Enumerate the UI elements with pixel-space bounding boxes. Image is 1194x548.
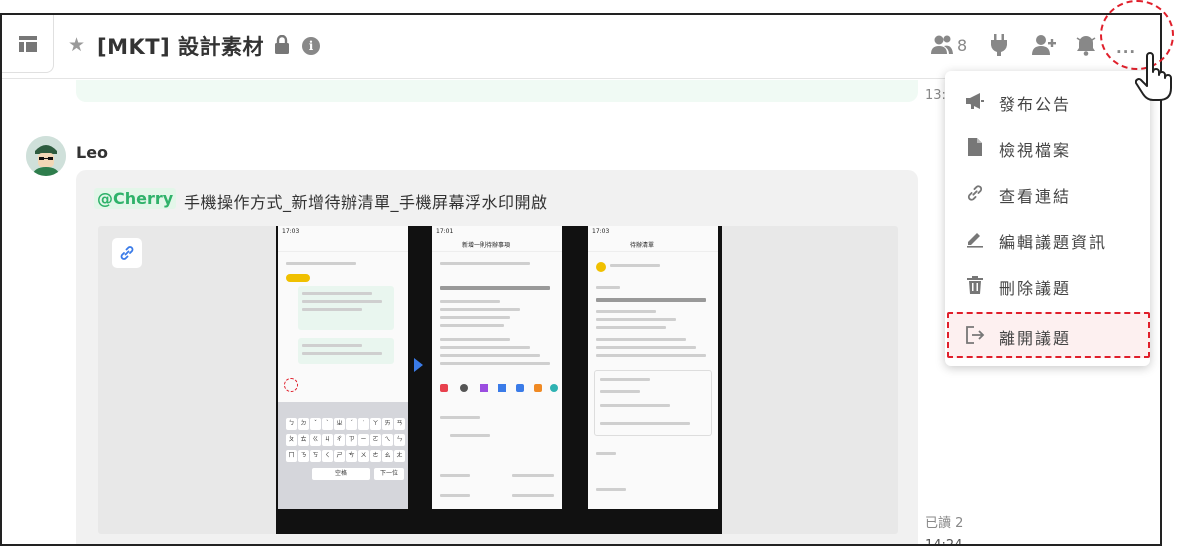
favorite-star-icon[interactable]: ★ xyxy=(68,34,85,56)
message-text: 手機操作方式_新增待辦清單_手機屏幕浮水印開啟 xyxy=(184,193,548,212)
members-icon[interactable] xyxy=(930,34,954,56)
phone-title-2: 新增一則待辦事項 xyxy=(462,242,511,249)
phone-time-2: 17:01 xyxy=(436,228,454,235)
read-status: 已讀 2 xyxy=(925,516,964,531)
avatar-image xyxy=(26,136,66,176)
member-count: 8 xyxy=(957,36,968,55)
phone-screen-2: 17:01 新增一則待辦事項 xyxy=(432,226,562,509)
menu-item-announce[interactable]: 發布公告 xyxy=(945,81,1150,121)
message-time: 14:24 xyxy=(925,538,963,546)
sender-name: Leo xyxy=(76,143,109,162)
exit-icon xyxy=(965,325,985,345)
hand-cursor-icon xyxy=(1135,52,1172,101)
phone-title-3: 待辦清單 xyxy=(630,242,655,249)
link-icon xyxy=(120,246,134,260)
menu-item-label: 刪除議題 xyxy=(999,279,1072,298)
megaphone-icon xyxy=(965,91,985,111)
phone-screenshots: 17:03 ㄅ ㄉ ˇ ˋ ㄓ ˊ ˙ ㄚ ㄞ ㄢ ㄆ ㄊ ㄍ ㄐ ㄔ ㄗ ㄧ … xyxy=(276,226,722,534)
phone-screen-3: 17:03 待辦清單 xyxy=(588,226,718,509)
lock-icon xyxy=(275,35,289,54)
trash-icon xyxy=(965,275,985,295)
copy-link-button[interactable] xyxy=(112,238,142,268)
mention-tag[interactable]: @Cherry xyxy=(94,188,177,209)
phone-header-1 xyxy=(278,236,408,252)
phone-time-3: 17:03 xyxy=(592,228,610,235)
message-bubble: @Cherry 手機操作方式_新增待辦清單_手機屏幕浮水印開啟 17:03 ㄅ … xyxy=(76,170,918,544)
menu-item-view-links[interactable]: 查看連結 xyxy=(945,173,1150,213)
plug-icon[interactable] xyxy=(990,34,1008,56)
layout-icon xyxy=(18,35,37,52)
more-options-menu: 發布公告 檢視檔案 查看連結 編輯議題資訊 刪除議題 離開議題 xyxy=(945,71,1150,366)
phone-screen-1: 17:03 ㄅ ㄉ ˇ ˋ ㄓ ˊ ˙ ㄚ ㄞ ㄢ ㄆ ㄊ ㄍ ㄐ ㄔ ㄗ ㄧ … xyxy=(278,226,408,509)
attached-image[interactable]: 17:03 ㄅ ㄉ ˇ ˋ ㄓ ˊ ˙ ㄚ ㄞ ㄢ ㄆ ㄊ ㄍ ㄐ ㄔ ㄗ ㄧ … xyxy=(98,226,898,534)
play-arrow-icon xyxy=(414,358,423,372)
file-icon xyxy=(965,137,985,157)
pencil-icon xyxy=(965,229,985,249)
add-member-icon[interactable] xyxy=(1032,34,1056,56)
topic-header: ★ [MKT] 設計素材 i 8 ··· xyxy=(2,15,1160,79)
sidebar-toggle-button[interactable] xyxy=(2,15,54,73)
info-icon[interactable]: i xyxy=(302,37,320,55)
notification-bell-icon[interactable] xyxy=(1075,34,1097,56)
menu-item-label: 編輯議題資訊 xyxy=(999,233,1108,252)
menu-item-label: 發布公告 xyxy=(999,95,1072,114)
menu-item-edit-topic[interactable]: 編輯議題資訊 xyxy=(945,219,1150,259)
topic-title: [MKT] 設計素材 xyxy=(97,35,265,59)
avatar[interactable] xyxy=(26,136,66,176)
menu-item-delete-topic[interactable]: 刪除議題 xyxy=(945,265,1150,305)
previous-message-bubble xyxy=(76,80,918,102)
menu-item-view-files[interactable]: 檢視檔案 xyxy=(945,127,1150,167)
menu-item-leave-topic[interactable]: 離開議題 xyxy=(945,315,1150,355)
phone-keyboard: ㄅ ㄉ ˇ ˋ ㄓ ˊ ˙ ㄚ ㄞ ㄢ ㄆ ㄊ ㄍ ㄐ ㄔ ㄗ ㄧ ㄛ ㄟ ㄣ … xyxy=(278,402,408,509)
menu-item-label: 離開議題 xyxy=(999,329,1072,348)
link-icon xyxy=(965,183,985,203)
phone-time-1: 17:03 xyxy=(282,228,300,235)
menu-item-label: 檢視檔案 xyxy=(999,141,1072,160)
menu-item-label: 查看連結 xyxy=(999,187,1072,206)
